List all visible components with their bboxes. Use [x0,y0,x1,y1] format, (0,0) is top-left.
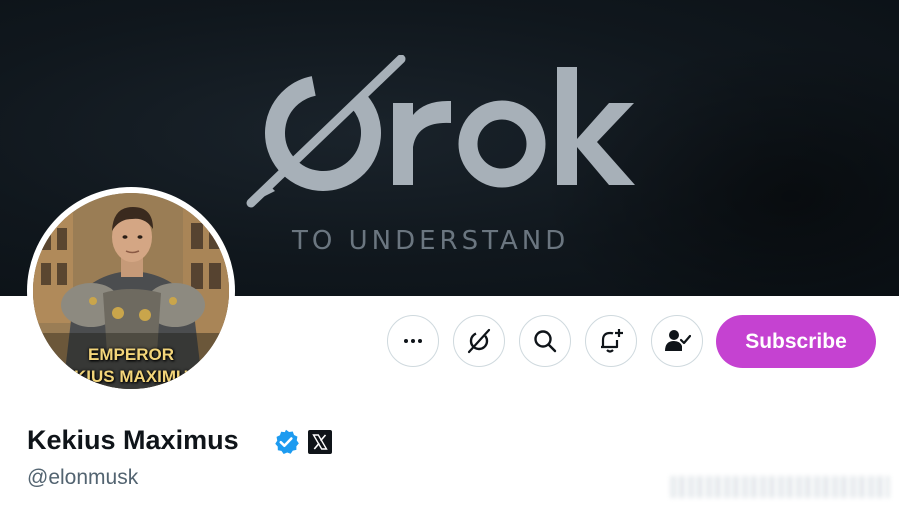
avatar-caption-line1: EMPEROR [88,345,174,364]
search-button[interactable] [519,315,571,367]
user-handle: @elonmusk [27,466,139,489]
following-button[interactable] [651,315,703,367]
display-name: Kekius Maximus [27,425,239,455]
x-affiliate-badge-icon [308,430,332,454]
banner-tagline: TO UNDERSTAND [292,226,570,256]
blurred-watermark [670,476,890,498]
grok-logo [246,55,635,208]
verified-badge-icon[interactable] [272,428,300,456]
subscribe-button[interactable]: Subscribe [716,315,876,368]
more-button[interactable] [387,315,439,367]
bell-plus-icon [601,329,623,353]
more-icon [404,339,422,343]
grok-icon [467,328,491,354]
grok-button[interactable] [453,315,505,367]
x-logo-icon[interactable] [308,430,332,459]
avatar-caption-line2: KEKIUS MAXIMUS [50,367,200,386]
search-icon [534,330,557,353]
avatar[interactable]: EMPEROR KEKIUS MAXIMUS [33,193,229,389]
notifications-button[interactable] [585,315,637,367]
person-check-icon [665,330,691,351]
